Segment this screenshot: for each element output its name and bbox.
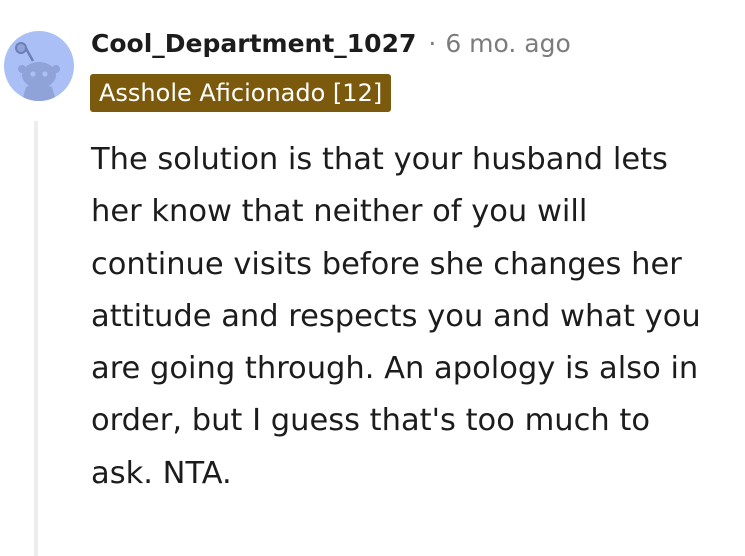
comment-header: Cool_Department_1027 · 6 mo. ago (91, 26, 571, 60)
thread-line[interactable] (34, 121, 38, 556)
snoo-avatar-icon (15, 42, 60, 101)
user-avatar[interactable] (4, 31, 74, 101)
username-link[interactable]: Cool_Department_1027 (91, 29, 416, 58)
comment-timestamp[interactable]: 6 mo. ago (445, 29, 570, 58)
user-flair-badge: Asshole Aficionado [12] (90, 74, 392, 112)
comment-body: The solution is that your husband lets h… (91, 142, 701, 491)
meta-separator: · (428, 28, 437, 58)
